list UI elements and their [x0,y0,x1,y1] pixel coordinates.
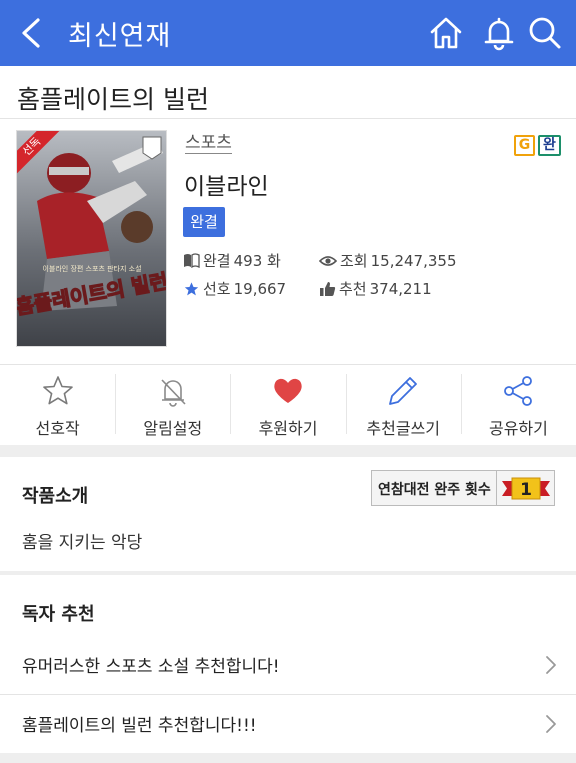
recommend-label: 추천 [339,280,367,298]
views-stat: 조회 15,247,355 [319,250,457,271]
favorites-value: 19,667 [233,279,287,298]
author-name[interactable]: 이블라인 [184,167,269,201]
cover-image[interactable]: 이블라인 장편 스포츠 판타지 소설 홈플레이트의 빌런 선독 [16,130,167,347]
top-app-bar: 최신연재 [0,0,576,66]
chevron-right-icon [546,715,556,733]
rec-item-text: 유머러스한 스포츠 소설 추천합니다! [22,657,280,677]
work-title: 홈플레이트의 빌런 [17,85,209,114]
award-count: 1 [520,480,532,500]
episodes-value: 493 화 [233,252,281,270]
star-icon [184,281,199,295]
cover-art: 이블라인 장편 스포츠 판타지 소설 홈플레이트의 빌런 [17,131,166,346]
episodes-label: 완결 [203,252,231,270]
star-outline-icon [42,376,73,405]
intro-heading: 작품소개 [22,486,89,507]
home-icon[interactable] [428,15,464,51]
rec-item-text: 홈플레이트의 빌런 추천합니다!!! [22,716,257,736]
award-badge[interactable]: 연참대전 완주 횟수 1 [371,470,555,506]
chevron-left-icon[interactable] [18,17,44,49]
intro-text: 홈을 지키는 악당 [22,533,143,553]
divider [0,118,576,119]
share-label: 공유하기 [488,419,548,438]
award-divider [496,471,497,505]
complete-badge: 완 [538,135,561,156]
favorite-label: 선호작 [35,419,80,438]
share-icon [504,376,533,406]
book-icon [184,253,200,268]
write-recommend-button[interactable]: 추천글쓰기 [345,366,461,444]
section-separator [0,753,576,763]
action-bar: 선호작 알림설정 후원하기 추천글쓰기 공유하기 [0,366,576,444]
reader-recs-heading: 독자 추천 [22,604,95,625]
search-icon[interactable] [527,15,563,51]
views-label: 조회 [340,252,368,270]
page-title: 최신연재 [68,21,172,52]
support-button[interactable]: 후원하기 [230,366,345,444]
rec-item[interactable]: 홈플레이트의 빌런 추천합니다!!! [0,695,576,753]
rating-badge: G [514,135,535,156]
bell-off-icon [161,379,186,407]
support-label: 후원하기 [258,419,318,438]
pencil-icon [389,377,418,405]
award-label: 연참대전 완주 횟수 [378,482,491,498]
favorites-stat: 선호 19,667 [183,278,286,299]
cover-subtitle: 이블라인 장편 스포츠 판타지 소설 [42,264,141,273]
divider [0,364,576,365]
rec-item[interactable]: 유머러스한 스포츠 소설 추천합니다! [0,636,576,694]
share-button[interactable]: 공유하기 [460,366,576,444]
notification-button[interactable]: 알림설정 [115,366,230,444]
favorite-button[interactable]: 선호작 [0,366,115,444]
write-recommend-label: 추천글쓰기 [366,419,441,438]
genre-link[interactable]: 스포츠 [185,133,232,154]
status-badge: 완결 [183,207,225,237]
recommend-value: 374,211 [369,279,432,298]
chevron-right-icon [546,656,556,674]
section-separator [0,445,576,457]
heart-icon [274,378,302,403]
thumbs-up-icon [320,281,336,296]
section-separator [0,571,576,575]
recommend-stat: 추천 374,211 [319,278,432,299]
notification-label: 알림설정 [143,419,203,438]
favorites-label: 선호 [203,280,231,298]
views-value: 15,247,355 [370,251,457,270]
episodes-stat: 완결 493 화 [183,250,281,271]
eye-icon [319,255,337,266]
ribbon-icon: 1 [502,477,550,500]
bell-icon[interactable] [481,15,517,51]
